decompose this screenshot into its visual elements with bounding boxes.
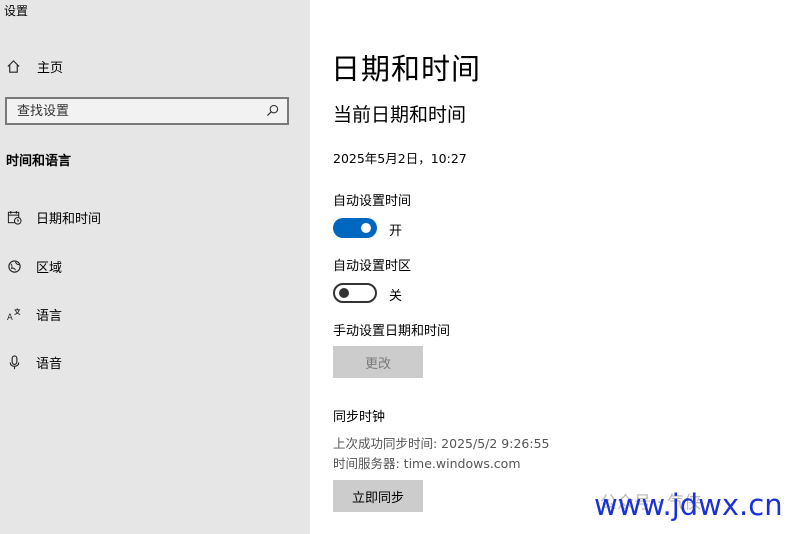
sidebar-item-home[interactable]: 主页 xyxy=(6,56,63,76)
manual-datetime-label: 手动设置日期和时间 xyxy=(333,324,451,339)
sidebar-item-label: 日期和时间 xyxy=(36,211,102,227)
last-sync-text: 上次成功同步时间: 2025/5/2 9:26:55 xyxy=(333,436,550,451)
search-input[interactable] xyxy=(17,103,247,119)
sidebar-item-date-time[interactable]: 日期和时间 xyxy=(6,207,101,227)
home-icon xyxy=(6,58,22,74)
svg-text:A: A xyxy=(7,312,13,322)
auto-time-state: 开 xyxy=(389,224,403,239)
page-title: 日期和时间 xyxy=(331,52,482,86)
sidebar-item-label: 主页 xyxy=(37,60,64,76)
calendar-clock-icon xyxy=(6,209,22,225)
section-subtitle: 当前日期和时间 xyxy=(333,104,467,126)
toggle-knob xyxy=(339,288,349,298)
sync-now-button[interactable]: 立即同步 xyxy=(333,480,423,512)
app-title: 设置 xyxy=(4,4,29,18)
watermark: www.jdwx.cn xyxy=(594,488,783,522)
auto-timezone-toggle[interactable] xyxy=(333,283,377,303)
sidebar-item-label: 语音 xyxy=(36,356,63,372)
language-icon: A xyxy=(6,306,22,322)
sidebar-item-region[interactable]: 区域 xyxy=(6,256,62,276)
search-icon[interactable] xyxy=(266,102,279,121)
search-box[interactable] xyxy=(5,97,289,125)
sync-heading: 同步时钟 xyxy=(333,410,386,425)
current-datetime: 2025年5月2日，10:27 xyxy=(333,151,467,166)
time-server-text: 时间服务器: time.windows.com xyxy=(333,456,521,471)
sidebar-item-language[interactable]: A 语言 xyxy=(6,304,62,324)
toggle-knob xyxy=(361,223,371,233)
sidebar-item-label: 语言 xyxy=(36,308,63,324)
auto-time-toggle[interactable] xyxy=(333,218,377,238)
auto-timezone-state: 关 xyxy=(389,289,403,304)
globe-icon xyxy=(6,258,22,274)
auto-timezone-label: 自动设置时区 xyxy=(333,259,412,274)
microphone-icon xyxy=(6,354,22,370)
auto-time-label: 自动设置时间 xyxy=(333,194,412,209)
sidebar-item-speech[interactable]: 语音 xyxy=(6,352,62,372)
sidebar: 设置 主页 时间和语言 日期和时间 区域 A 语言 语音 xyxy=(0,0,310,534)
change-button[interactable]: 更改 xyxy=(333,346,423,378)
main-panel: 日期和时间 当前日期和时间 2025年5月2日，10:27 自动设置时间 开 自… xyxy=(310,0,792,534)
sidebar-item-label: 区域 xyxy=(36,260,63,276)
section-heading: 时间和语言 xyxy=(6,154,72,169)
